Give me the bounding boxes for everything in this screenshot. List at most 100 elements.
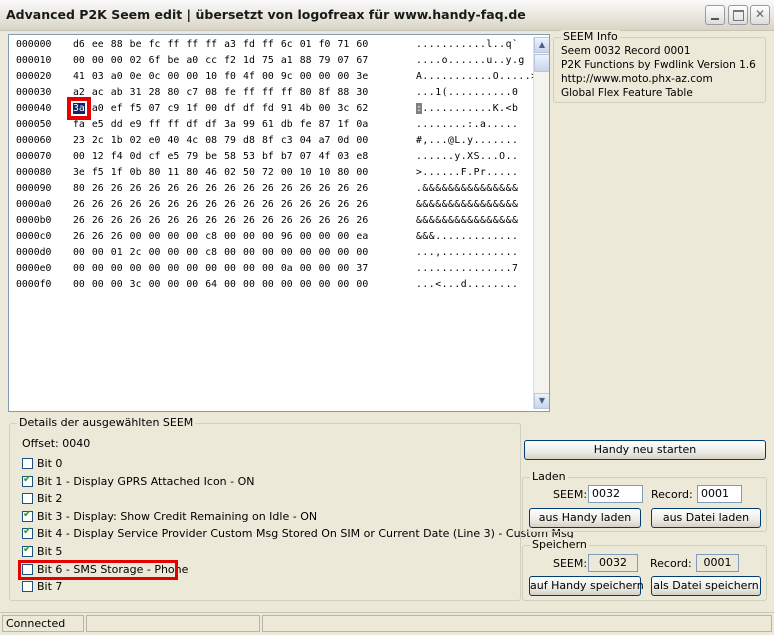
hex-bytes[interactable]: 26 26 26 00 00 00 00 c8 00 00 00 96 00 0… (73, 231, 368, 242)
hex-offset: 0000e0 (16, 263, 52, 274)
laden-record-label: Record: (651, 488, 693, 501)
hex-ascii[interactable]: ...1(..........0 (416, 87, 518, 98)
bit-2-checkbox[interactable] (22, 493, 33, 505)
hex-offset: 000000 (16, 39, 52, 50)
speichern-legend: Speichern (530, 538, 589, 551)
bit-4-checkbox[interactable] (22, 526, 33, 540)
speichern-seem-label: SEEM: (553, 557, 588, 570)
laden-record-input[interactable]: 0001 (697, 485, 742, 503)
seem-info-group: SEEM Info Seem 0032 Record 0001 P2K Func… (553, 30, 766, 103)
hex-offset: 0000f0 (16, 279, 52, 290)
bit-3-label: Bit 3 - Display: Show Credit Remaining o… (37, 509, 318, 523)
hex-bytes[interactable]: 00 00 00 00 00 00 00 00 00 00 00 0a 00 0… (73, 263, 368, 274)
hex-ascii[interactable]: ........:.a..... (416, 119, 518, 130)
laden-legend: Laden (530, 470, 568, 483)
hex-bytes[interactable]: 00 12 f4 0d cf e5 79 be 58 53 bf b7 07 4… (73, 151, 368, 162)
bit-7-label: Bit 7 (37, 580, 63, 594)
bit-0-checkbox[interactable] (22, 458, 33, 469)
laden-seem-input[interactable]: 0032 (588, 485, 643, 503)
seem-info-line: P2K Functions by Fwdlink Version 1.6 (561, 59, 756, 71)
highlight-box (18, 560, 178, 580)
hex-ascii[interactable]: :...........K.<b (416, 103, 518, 114)
hex-bytes[interactable]: 00 00 01 2c 00 00 00 c8 00 00 00 00 00 0… (73, 247, 368, 258)
scroll-up-button[interactable]: ▲ (534, 37, 549, 53)
hex-ascii[interactable]: ...........l..q` (416, 39, 518, 50)
hex-bytes[interactable]: 23 2c 1b 02 e0 40 4c 08 79 d8 8f c3 04 a… (73, 135, 368, 146)
hex-bytes[interactable]: 26 26 26 26 26 26 26 26 26 26 26 26 26 2… (73, 199, 368, 210)
load-from-file-button[interactable]: aus Datei laden (651, 508, 761, 528)
restart-phone-button[interactable]: Handy neu starten (524, 440, 766, 460)
seem-info-line: http://www.moto.phx-az.com (561, 73, 713, 85)
hex-ascii-rest: ...........K.<b (422, 103, 519, 114)
speichern-group: Speichern SEEM: 0032 Record: 0001 auf Ha… (522, 538, 767, 601)
hex-offset: 000010 (16, 55, 52, 66)
hex-offset: 0000a0 (16, 199, 52, 210)
hex-ascii[interactable]: &&&............. (416, 231, 518, 242)
speichern-seem-field: 0032 (588, 554, 638, 572)
hex-offset: 000050 (16, 119, 52, 130)
maximize-button[interactable] (728, 5, 748, 25)
hex-bytes[interactable]: d6 ee 88 be fc ff ff ff a3 fd ff 6c 01 f… (73, 39, 368, 50)
hex-ascii[interactable]: #,...@L.y....... (416, 135, 518, 146)
bit-3-checkbox[interactable] (22, 509, 33, 522)
speichern-record-label: Record: (650, 557, 692, 570)
hex-ascii[interactable]: ...,............ (416, 247, 518, 258)
hex-offset: 0000b0 (16, 215, 52, 226)
bit-0-label: Bit 0 (37, 457, 63, 470)
scroll-thumb[interactable] (534, 54, 549, 72)
hex-bytes[interactable]: 41 03 a0 0e 0c 00 00 10 f0 4f 00 9c 00 0… (73, 71, 368, 82)
hex-offset: 000090 (16, 183, 52, 194)
hex-ascii[interactable]: .&&&&&&&&&&&&&&& (416, 183, 518, 194)
close-icon: ✕ (754, 7, 766, 21)
save-to-phone-button[interactable]: auf Handy speichern (529, 576, 644, 596)
status-panel-2 (86, 615, 260, 632)
hex-bytes[interactable]: 26 26 26 26 26 26 26 26 26 26 26 26 26 2… (73, 215, 368, 226)
scroll-down-button[interactable]: ▼ (534, 393, 549, 409)
seem-info-line: Global Flex Feature Table (561, 87, 693, 99)
title-bar[interactable]: Advanced P2K Seem edit | übersetzt von l… (0, 0, 774, 31)
window-title: Advanced P2K Seem edit | übersetzt von l… (6, 7, 526, 22)
hex-bytes[interactable]: a2 ac ab 31 28 80 c7 08 fe ff ff ff 80 8… (73, 87, 368, 98)
vertical-scrollbar[interactable]: ▲ ▼ (533, 37, 549, 409)
load-from-phone-button[interactable]: aus Handy laden (529, 508, 641, 528)
bit-4-label: Bit 4 - Display Service Provider Custom … (37, 527, 574, 541)
hex-bytes[interactable]: 3e f5 1f 0b 80 11 80 46 02 50 72 00 10 1… (73, 167, 368, 178)
hex-bytes[interactable]: 80 26 26 26 26 26 26 26 26 26 26 26 26 2… (73, 183, 368, 194)
hex-bytes[interactable]: 00 00 00 3c 00 00 00 64 00 00 00 00 00 0… (73, 279, 368, 290)
bit-1-checkbox[interactable] (22, 474, 33, 487)
hex-bytes[interactable]: fa e5 dd e9 ff ff df df 3a 99 61 db fe 8… (73, 119, 368, 130)
close-button[interactable]: ✕ (750, 5, 770, 25)
hex-ascii[interactable]: ...<...d........ (416, 279, 518, 290)
speichern-record-field: 0001 (696, 554, 739, 572)
hex-bytes[interactable]: 00 00 00 02 6f be a0 cc f2 1d 75 a1 88 7… (73, 55, 368, 66)
offset-label: Offset: 0040 (22, 437, 91, 450)
hex-ascii[interactable]: A...........O.....> (416, 71, 538, 82)
selected-byte-highlight (67, 97, 91, 120)
hex-editor[interactable]: 000000 d6 ee 88 be fc ff ff ff a3 fd ff 6… (8, 34, 550, 412)
bit-5-checkbox[interactable] (22, 544, 33, 557)
laden-seem-label: SEEM: (553, 488, 588, 501)
minimize-button[interactable] (705, 5, 725, 25)
save-to-file-button[interactable]: als Datei speichern (651, 576, 761, 596)
hex-offset: 000080 (16, 167, 52, 178)
status-bar: Connected (0, 612, 774, 635)
laden-group: Laden SEEM: 0032 Record: 0001 aus Handy … (522, 470, 767, 532)
hex-ascii[interactable]: &&&&&&&&&&&&&&&& (416, 215, 518, 226)
bit-2-label: Bit 2 (37, 492, 63, 506)
bit-5-label: Bit 5 (37, 545, 63, 558)
seem-info-line: Seem 0032 Record 0001 (561, 45, 691, 57)
hex-ascii[interactable]: >......F.Pr..... (416, 167, 518, 178)
hex-ascii[interactable]: ...............7 (416, 263, 518, 274)
hex-ascii[interactable]: &&&&&&&&&&&&&&&& (416, 199, 518, 210)
hex-bytes-rest: a0 ef f5 07 c9 1f 00 df df fd 91 4b 00 3… (84, 103, 369, 114)
bit-7-checkbox[interactable] (22, 581, 33, 593)
hex-offset: 000070 (16, 151, 52, 162)
seem-info-legend: SEEM Info (561, 30, 620, 43)
hex-bytes[interactable]: 3a a0 ef f5 07 c9 1f 00 df df fd 91 4b 0… (73, 103, 368, 114)
status-connection: Connected (2, 615, 84, 632)
hex-ascii[interactable]: ......y.XS...O.. (416, 151, 518, 162)
hex-offset: 0000c0 (16, 231, 52, 242)
details-legend: Details der ausgewählten SEEM (17, 416, 196, 429)
hex-offset: 000020 (16, 71, 52, 82)
hex-ascii[interactable]: ....o......u..y.g (416, 55, 525, 66)
